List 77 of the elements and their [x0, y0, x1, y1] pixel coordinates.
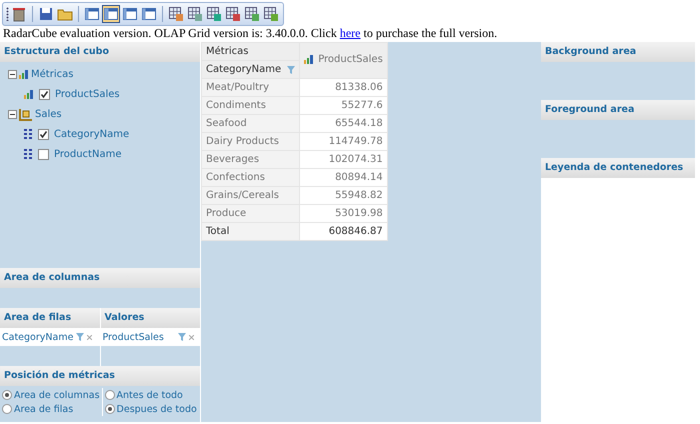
radio-label[interactable]: Area de filas: [14, 404, 74, 414]
value-cell: 55277.6: [300, 96, 388, 114]
row-label-cell: Produce: [202, 204, 300, 222]
toolbar-button[interactable]: [205, 5, 223, 23]
radio-label[interactable]: Area de columnas: [14, 390, 100, 400]
radio-button[interactable]: [2, 404, 12, 414]
toolbar-button[interactable]: [186, 5, 204, 23]
tree-node-label[interactable]: CategoryName: [54, 128, 130, 140]
tree-node-label[interactable]: Sales: [35, 108, 62, 120]
panel-header: Estructura del cubo: [0, 42, 200, 62]
radio-label[interactable]: Antes de todo: [116, 390, 183, 400]
collapse-icon[interactable]: [8, 110, 17, 118]
row-label-cell: Condiments: [202, 96, 300, 114]
table-icon: [244, 6, 260, 22]
radio-button[interactable]: [104, 404, 115, 414]
toolbar-button[interactable]: [140, 5, 158, 23]
table-icon: [168, 6, 184, 22]
layout-icon: [84, 6, 100, 22]
row-label-cell: Meat/Poultry: [202, 78, 300, 96]
layout-icon: [103, 6, 119, 22]
value-cell: 53019.98: [300, 204, 388, 222]
value-cell: 102074.31: [300, 150, 388, 168]
toolbar-button[interactable]: [121, 5, 139, 23]
floppy-icon: [38, 6, 54, 22]
bar-chart-icon: [19, 70, 29, 78]
toolbar-button[interactable]: [37, 5, 55, 23]
row-label-cell: Total: [202, 222, 300, 240]
tree-node-label[interactable]: Métricas: [31, 68, 74, 80]
panel-header: Foreground area: [541, 100, 695, 120]
table-icon: [225, 6, 241, 22]
cube-icon: [19, 108, 33, 120]
row-label-cell: Dairy Products: [202, 132, 300, 150]
row-label-cell: Seafood: [202, 114, 300, 132]
toolbar-button[interactable]: [262, 5, 280, 23]
value-cell: 55948.82: [300, 186, 388, 204]
grid-dots-icon: [24, 149, 33, 159]
value-cell: 80894.14: [300, 168, 388, 186]
radio-button[interactable]: [2, 390, 12, 400]
toolbar-button[interactable]: [167, 5, 185, 23]
panel-header: Posición de métricas: [0, 366, 200, 386]
row-label-cell: Beverages: [202, 150, 300, 168]
panel-header: Area de filas: [0, 308, 100, 328]
row-label-cell: Confections: [202, 168, 300, 186]
checkbox[interactable]: [38, 148, 49, 160]
row-label-cell: Grains/Cereals: [202, 186, 300, 204]
trash-icon: [11, 6, 27, 22]
panel-header: Area de columnas: [0, 268, 200, 288]
collapse-icon[interactable]: [8, 70, 17, 78]
toolbar-button[interactable]: [243, 5, 261, 23]
value-cell: 65544.18: [300, 114, 388, 132]
bar-chart-icon: [304, 55, 314, 64]
layout-icon: [141, 6, 157, 22]
panel-header: Valores: [100, 308, 200, 328]
evaluation-notice: RadarCube evaluation version. OLAP Grid version is: 3.40.0.0. Click here to purchase the full version.: [3, 26, 498, 40]
bar-chart-icon: [24, 90, 34, 98]
toolbar-button[interactable]: [83, 5, 101, 23]
table-icon: [206, 6, 222, 22]
tree-node-label[interactable]: ProductSales: [55, 88, 120, 100]
toolbar-button[interactable]: [224, 5, 242, 23]
layout-icon: [122, 6, 138, 22]
table-icon: [187, 6, 203, 22]
panel-header: Leyenda de contenedores: [541, 158, 695, 178]
purchase-link[interactable]: here: [340, 26, 360, 40]
grid-dots-icon: [24, 129, 33, 139]
toolbar-button[interactable]: [10, 5, 28, 23]
tree-node-label[interactable]: ProductName: [54, 148, 122, 160]
checkbox[interactable]: [39, 88, 50, 100]
table-icon: [263, 6, 279, 22]
value-cell: 608846.87: [300, 222, 388, 240]
radio-button[interactable]: [104, 390, 115, 400]
value-cell: 81338.06: [300, 78, 388, 96]
toolbar-button[interactable]: [102, 5, 120, 23]
radio-label[interactable]: Despues de todo: [116, 404, 197, 414]
value-cell: 114749.78: [300, 132, 388, 150]
checkbox[interactable]: [38, 128, 49, 140]
header-cell: Métricas: [202, 42, 300, 60]
panel-header: Background area: [541, 42, 695, 62]
